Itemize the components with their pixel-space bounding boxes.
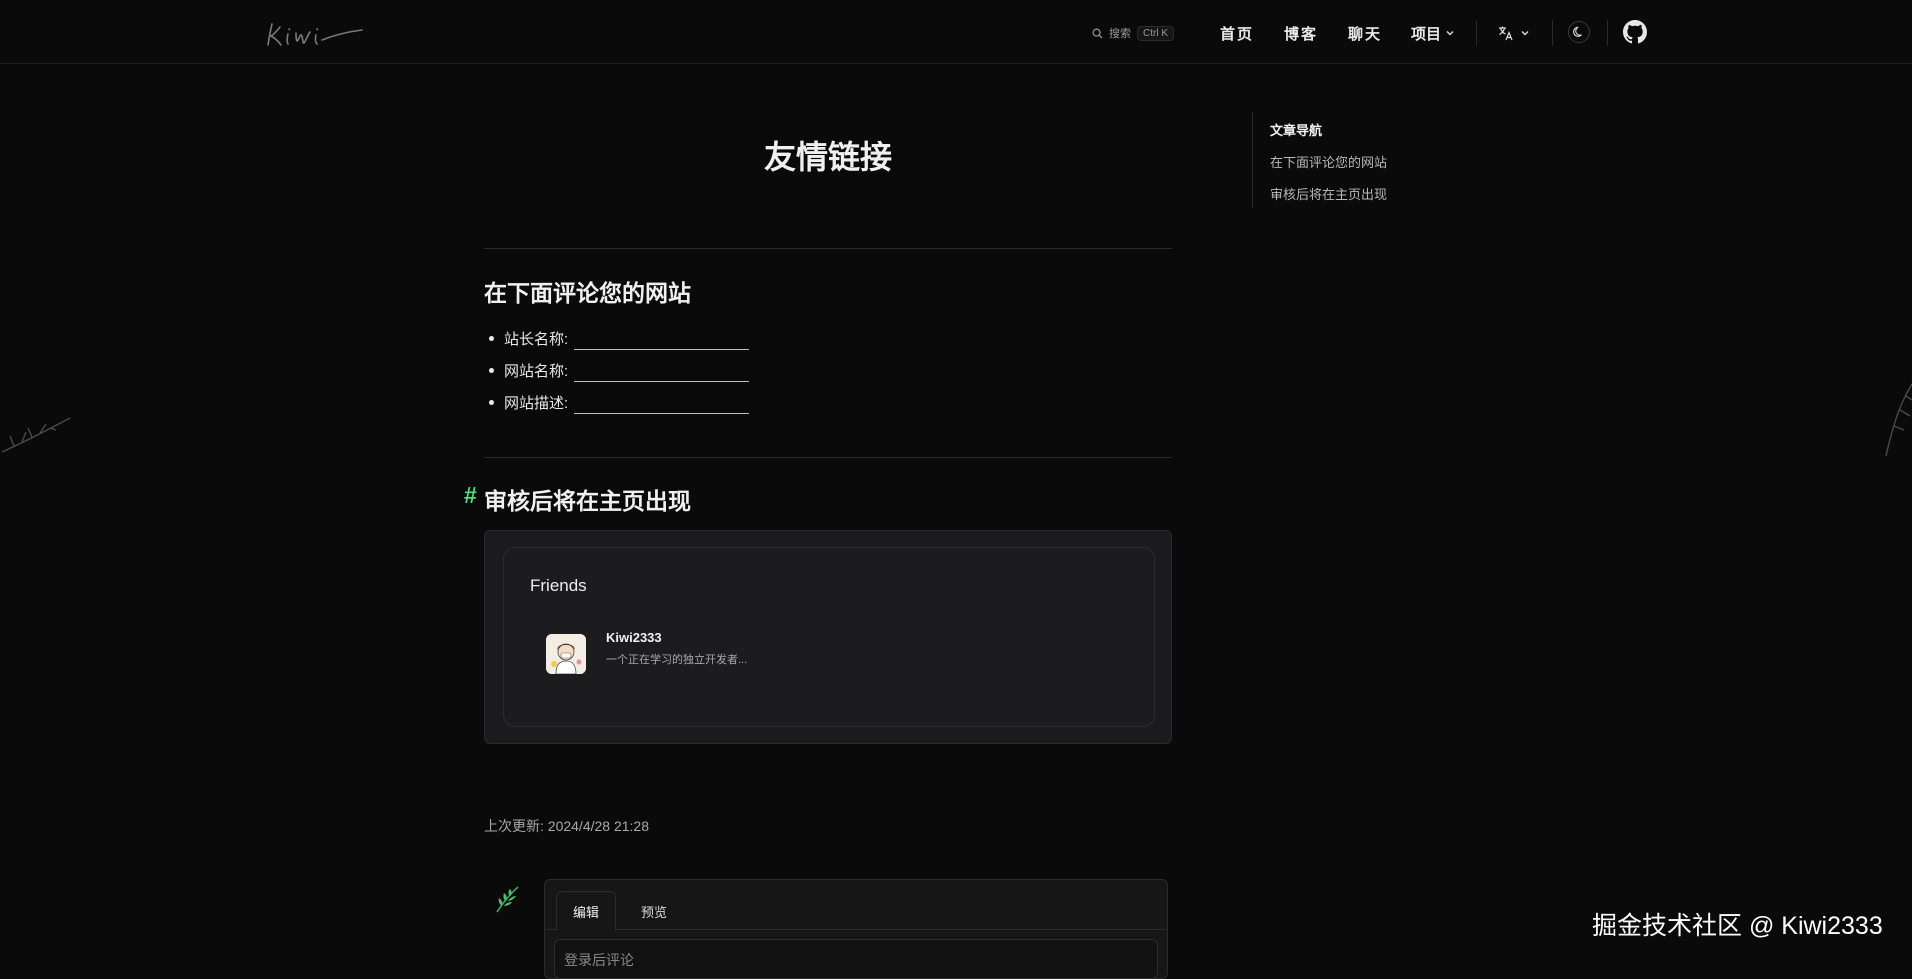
nav-projects[interactable]: 项目	[1411, 22, 1455, 44]
chevron-down-icon	[1446, 31, 1454, 36]
page-title: 友情链接	[763, 139, 892, 175]
list-item: 网站描述:	[488, 386, 750, 418]
search-icon	[1092, 28, 1103, 39]
list-item: 网站名称:	[488, 354, 750, 386]
field-label: 站长名称:	[504, 330, 569, 348]
search-label: 搜索	[1109, 28, 1131, 40]
comment-editor: 编辑 预览 登录后评论	[544, 879, 1168, 979]
friends-title: Friends	[530, 576, 587, 595]
nav-chat[interactable]: 聊天	[1348, 22, 1382, 44]
field-label: 网站描述:	[504, 394, 569, 412]
friends-card: Friends Kiwi2333 一个正在学习的独立开发者...	[503, 547, 1155, 727]
list-item: 站长名称:	[488, 322, 750, 354]
chevron-down-icon	[1521, 31, 1529, 36]
nav-blog[interactable]: 博客	[1284, 22, 1318, 44]
blank-line	[574, 366, 750, 382]
tab-preview[interactable]: 预览	[625, 891, 683, 931]
language-switcher[interactable]	[1498, 22, 1530, 44]
heading-anchor-link[interactable]: #	[464, 482, 477, 509]
friends-container: Friends Kiwi2333 一个正在学习的独立开发者...	[484, 530, 1172, 744]
tab-edit[interactable]: 编辑	[556, 891, 617, 931]
branch-decoration	[1885, 383, 1912, 457]
section-heading-text: 审核后将在主页出现	[484, 488, 691, 514]
search-button[interactable]: 搜索 Ctrl K	[1092, 22, 1184, 44]
comment-tabs: 编辑 预览	[545, 880, 1167, 931]
toc-item[interactable]: 在下面评论您的网站	[1270, 152, 1387, 171]
last-updated: 上次更新: 2024/4/28 21:28	[484, 818, 649, 834]
section-heading: 在下面评论您的网站	[484, 280, 691, 306]
leaf-icon	[496, 886, 519, 913]
toc-title: 文章导航	[1270, 123, 1323, 138]
nav-divider	[1552, 20, 1553, 46]
top-header: 搜索 Ctrl K 首页 博客 聊天 项目	[0, 0, 1912, 64]
nav-home[interactable]: 首页	[1220, 22, 1254, 44]
divider	[484, 248, 1172, 249]
avatar-image	[546, 634, 586, 674]
submission-fields: 站长名称: 网站名称: 网站描述:	[488, 322, 750, 418]
theme-toggle[interactable]	[1568, 21, 1590, 43]
moon-icon	[1573, 26, 1582, 37]
field-label: 网站名称:	[504, 362, 569, 380]
avatar[interactable]	[546, 634, 586, 674]
table-of-contents: 文章导航 在下面评论您的网站 审核后将在主页出现	[1252, 112, 1452, 208]
nav-projects-label: 项目	[1411, 25, 1442, 43]
toc-item[interactable]: 审核后将在主页出现	[1270, 184, 1387, 203]
friend-name[interactable]: Kiwi2333	[606, 630, 662, 645]
blank-line	[574, 398, 750, 414]
branch-decoration	[1, 417, 71, 453]
section-heading: # 审核后将在主页出现	[464, 482, 691, 516]
nav-divider	[1476, 20, 1477, 46]
kiwi-logo[interactable]	[266, 18, 382, 48]
github-icon[interactable]	[1623, 20, 1647, 44]
nav-divider	[1607, 20, 1608, 46]
friend-description: 一个正在学习的独立开发者...	[606, 654, 748, 666]
translate-icon	[1499, 26, 1513, 41]
divider	[484, 457, 1172, 458]
watermark: 掘金技术社区 @ Kiwi2333	[1592, 912, 1883, 940]
blank-line	[574, 334, 750, 350]
comment-input[interactable]: 登录后评论	[554, 939, 1158, 979]
search-shortcut: Ctrl K	[1137, 25, 1174, 41]
